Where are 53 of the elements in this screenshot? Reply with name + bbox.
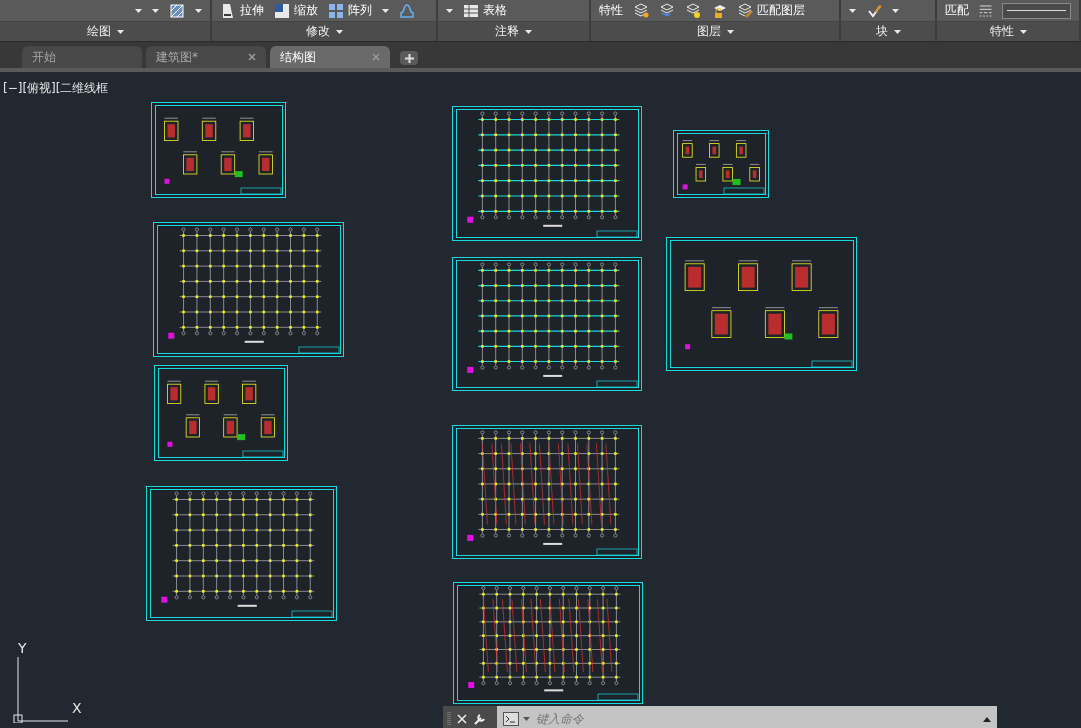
x-axis-label: X (72, 701, 82, 715)
ribbon-button[interactable]: 缩放 (274, 2, 318, 20)
ribbon-label[interactable]: 特性 (599, 2, 623, 20)
caret-icon[interactable] (893, 29, 901, 34)
panel-title[interactable]: 注释 (438, 21, 589, 41)
stretch-icon[interactable] (220, 2, 236, 19)
command-input[interactable]: 键入命令 (534, 711, 979, 727)
hatch-icon[interactable] (169, 2, 185, 19)
scale-icon[interactable] (274, 2, 290, 19)
layers-icon[interactable] (737, 2, 753, 19)
linetype-dropdown[interactable] (1002, 2, 1071, 19)
wrench-icon[interactable] (473, 712, 487, 726)
ribbon-label[interactable]: 匹配 (945, 2, 969, 20)
array-icon[interactable] (328, 2, 344, 19)
panel-title[interactable]: 图层 (591, 21, 839, 41)
viewport-label[interactable]: [−][俯视][二维线框 (3, 80, 109, 97)
layers-icon[interactable] (659, 2, 675, 19)
panel-title[interactable]: 修改 (212, 21, 436, 41)
grip-icon[interactable] (447, 711, 451, 727)
caret-icon[interactable] (849, 8, 856, 13)
caret-icon[interactable] (195, 8, 202, 13)
caret-icon[interactable] (116, 29, 124, 34)
new-tab-button[interactable] (400, 51, 418, 65)
command-prompt-icon[interactable] (503, 712, 519, 726)
panel-title[interactable]: 块 (841, 21, 935, 41)
caret-icon[interactable] (382, 8, 389, 13)
table-icon[interactable] (463, 2, 479, 19)
caret-icon[interactable] (523, 717, 530, 721)
caret-icon[interactable] (892, 8, 899, 13)
caret-icon[interactable] (726, 29, 734, 34)
layers-icon[interactable] (633, 2, 649, 19)
panel-title[interactable]: 特性 (937, 21, 1079, 41)
plus-icon (404, 53, 414, 63)
ribbon-button[interactable]: 阵列 (328, 2, 372, 20)
up-arrow-icon[interactable] (983, 716, 991, 722)
caret-icon[interactable] (152, 8, 159, 13)
document-tab[interactable]: 开始 (22, 46, 142, 68)
ribbon-button[interactable]: 拉伸 (220, 2, 264, 20)
caret-icon[interactable] (525, 29, 532, 34)
lineweight-icon[interactable] (979, 2, 993, 19)
document-tab[interactable]: 结构图 (270, 46, 390, 68)
y-axis-label: Y (18, 641, 27, 655)
document-tab[interactable]: 建筑图* (146, 46, 266, 68)
caret-icon[interactable] (335, 29, 343, 34)
command-field[interactable]: 键入命令 (497, 706, 997, 728)
close-icon[interactable] (248, 53, 256, 61)
checkmark-brush-icon[interactable] (866, 2, 882, 19)
caret-icon[interactable] (1019, 29, 1027, 34)
ribbon-button[interactable]: 匹配图层 (737, 2, 805, 20)
layers-icon[interactable] (685, 2, 701, 19)
panel-title[interactable]: 绘图 (0, 21, 210, 41)
caret-icon[interactable] (446, 8, 453, 13)
caret-icon[interactable] (135, 8, 142, 13)
